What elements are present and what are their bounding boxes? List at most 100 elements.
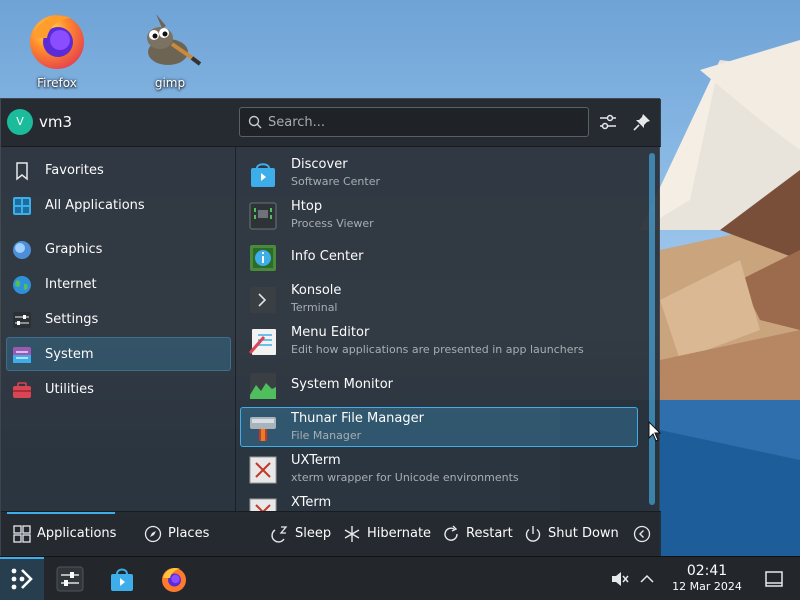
app-item-thunar-file-manager[interactable]: Thunar File Manager File Manager (240, 407, 638, 447)
configure-icon (600, 114, 616, 130)
sidebar-item-label: Favorites (45, 163, 104, 178)
clock-time[interactable]: 02:41 (672, 563, 742, 579)
discover-icon (111, 568, 133, 591)
sidebar-item-settings[interactable]: Settings (6, 302, 231, 336)
compass-icon (144, 525, 162, 543)
app-item-discover[interactable]: Discover Software Center (240, 153, 638, 193)
taskbar-firefox[interactable] (152, 557, 196, 600)
app-item-uxterm[interactable]: UXTerm xterm wrapper for Unicode environ… (240, 449, 638, 489)
app-description: Terminal (291, 301, 338, 314)
sidebar-item-utilities[interactable]: Utilities (6, 372, 231, 406)
app-name: Htop (291, 199, 323, 214)
search-field[interactable] (239, 107, 589, 137)
tab-places[interactable]: Places (138, 512, 218, 556)
settings-sliders-icon (13, 312, 31, 328)
sidebar-item-label: Graphics (45, 242, 103, 257)
htop-icon (249, 202, 277, 230)
application-launcher-icon (11, 568, 33, 590)
show-desktop-icon[interactable] (764, 569, 784, 589)
search-input[interactable] (268, 108, 578, 136)
desktop-icon-firefox[interactable]: Firefox (17, 8, 97, 90)
system-icon (13, 347, 31, 363)
taskbar-discover[interactable] (100, 557, 144, 600)
toolbox-icon (13, 382, 31, 398)
sidebar-item-all-applications[interactable]: All Applications (6, 188, 231, 222)
hibernate-label: Hibernate (367, 526, 432, 541)
app-item-xterm[interactable]: XTerm (240, 491, 638, 511)
sleep-button[interactable]: Sleep (271, 512, 331, 556)
hibernate-button[interactable]: Hibernate (343, 512, 433, 556)
more-power-options-button[interactable] (633, 512, 653, 556)
sidebar-item-graphics[interactable]: Graphics (6, 232, 231, 266)
application-list: Discover Software Center Htop Process Vi… (239, 147, 641, 511)
bookmark-icon (16, 162, 28, 181)
shut-down-label: Shut Down (548, 526, 619, 541)
launcher-footer: Applications Places Sleep Hibernate Rest… (1, 511, 661, 557)
chevron-up-icon[interactable] (637, 569, 657, 589)
app-description: Software Center (291, 175, 381, 188)
avatar[interactable]: V (7, 109, 33, 135)
clock-date[interactable]: 12 Mar 2024 (660, 580, 754, 593)
sidebar-item-label: Internet (45, 277, 97, 292)
discover-icon (251, 163, 275, 187)
firefox-icon (30, 15, 84, 69)
sidebar-item-label: System (45, 347, 94, 362)
app-item-menu-editor[interactable]: Menu Editor Edit how applications are pr… (240, 321, 638, 361)
tab-applications[interactable]: Applications (7, 512, 117, 556)
info-center-icon (250, 245, 276, 271)
firefox-icon (162, 568, 186, 592)
power-icon (525, 526, 541, 542)
desktop-icon-gimp[interactable]: gimp (130, 8, 210, 90)
xterm-icon (249, 498, 277, 511)
konsole-icon (250, 287, 276, 313)
app-description: File Manager (291, 429, 362, 442)
app-name: Thunar File Manager (291, 411, 424, 426)
mouse-cursor-icon (648, 421, 662, 442)
hibernate-icon (344, 526, 360, 542)
sidebar-item-favorites[interactable]: Favorites (6, 153, 231, 187)
grid-icon (13, 197, 31, 215)
tab-label: Applications (37, 526, 117, 541)
launcher-header: V vm3 (1, 99, 661, 147)
sidebar-item-system[interactable]: System (6, 337, 231, 371)
sidebar-item-label: Settings (45, 312, 99, 327)
app-description: xterm wrapper for Unicode environments (291, 471, 519, 484)
app-item-system-monitor[interactable]: System Monitor (240, 365, 638, 405)
restart-button[interactable]: Restart (442, 512, 513, 556)
restart-label: Restart (466, 526, 513, 541)
shut-down-button[interactable]: Shut Down (524, 512, 619, 556)
graphics-icon (13, 241, 31, 259)
application-launcher-panel: V vm3 Search... Favorites All Applicatio… (0, 98, 661, 557)
desktop-icon-label: gimp (154, 76, 186, 90)
app-name: System Monitor (291, 377, 394, 392)
sidebar-divider (235, 147, 236, 511)
category-sidebar: Favorites All Applications Graphics Inte… (1, 147, 235, 511)
app-item-konsole[interactable]: Konsole Terminal (240, 279, 638, 319)
pin-icon (633, 114, 650, 131)
chevron-left-icon (633, 525, 651, 543)
uxterm-icon (249, 456, 277, 484)
pin-button[interactable] (629, 109, 655, 135)
app-description: Process Viewer (291, 217, 374, 230)
app-item-info-center[interactable]: Info Center (240, 237, 638, 277)
app-name: Info Center (291, 249, 364, 264)
scrollbar-thumb[interactable] (649, 153, 655, 505)
app-name: UXTerm (291, 453, 341, 468)
sidebar-item-label: All Applications (45, 198, 145, 213)
application-launcher-button[interactable] (0, 557, 44, 600)
menu-editor-icon (248, 329, 276, 355)
sidebar-item-label: Utilities (45, 382, 94, 397)
app-name: Discover (291, 157, 348, 172)
volume-muted-icon[interactable] (609, 569, 629, 589)
configure-button[interactable] (595, 109, 621, 135)
app-item-htop[interactable]: Htop Process Viewer (240, 195, 638, 235)
system-settings-icon (56, 566, 84, 592)
sidebar-item-internet[interactable]: Internet (6, 267, 231, 301)
app-name: Menu Editor (291, 325, 370, 340)
app-list-scrollbar[interactable] (649, 153, 655, 505)
taskbar-system-settings[interactable] (48, 557, 92, 600)
tab-label: Places (168, 526, 210, 541)
user-name: vm3 (39, 113, 73, 131)
app-name: Konsole (291, 283, 342, 298)
app-description: Edit how applications are presented in a… (291, 343, 584, 356)
